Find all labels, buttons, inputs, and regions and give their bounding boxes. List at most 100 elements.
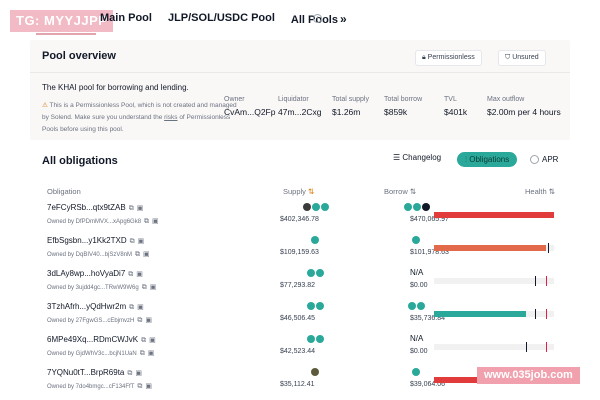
copy-icon[interactable]: ⧉ bbox=[130, 238, 135, 245]
copy-icon[interactable]: ⧉ bbox=[135, 251, 140, 258]
explorer-icon[interactable]: ▣ bbox=[148, 350, 155, 357]
permissionless-label: Permissionless bbox=[427, 54, 475, 61]
sort-icon: ⇅ bbox=[409, 187, 417, 196]
list-icon: ☰ bbox=[393, 153, 403, 162]
token-icon bbox=[321, 203, 329, 211]
stat-value[interactable]: 47m...2Cxg bbox=[278, 107, 321, 117]
info-icon[interactable]: i bbox=[313, 14, 322, 23]
token-icon bbox=[307, 302, 315, 310]
pool-tabs: Main Pool JLP/SOL/USDC Pool All Pools» bbox=[100, 12, 347, 26]
header-borrow-label: Borrow bbox=[384, 187, 408, 196]
obligation-owner: Owned by DqBIV40...bjSzV8nM ⧉ ▣ bbox=[47, 250, 150, 259]
token-icon bbox=[412, 368, 420, 376]
explorer-icon[interactable]: ▣ bbox=[135, 370, 142, 377]
obligation-address-text: 3TzhAfrh...yQdHwr2m bbox=[47, 302, 127, 311]
obligation-owner-text: Owned by 3ujdd4gc...TRwW9W6g bbox=[47, 285, 139, 291]
explorer-icon[interactable]: ▣ bbox=[137, 205, 144, 212]
copy-icon[interactable]: ⧉ bbox=[141, 337, 146, 344]
token-icon bbox=[307, 269, 315, 277]
copy-icon[interactable]: ⧉ bbox=[144, 218, 149, 225]
changelog-label: Changelog bbox=[402, 153, 442, 162]
table-row[interactable]: 3dLAy8wp...hoVyaDi7 ⧉ ▣ Owned by 3ujdd4gc..… bbox=[30, 268, 570, 302]
explorer-icon[interactable]: ▣ bbox=[136, 271, 143, 278]
supply-token-icons bbox=[303, 203, 329, 211]
supply-amount: $402,346.78 bbox=[280, 216, 319, 223]
obligation-address[interactable]: 3TzhAfrh...yQdHwr2m ⧉ ▣ bbox=[47, 302, 144, 312]
explorer-icon[interactable]: ▣ bbox=[138, 238, 145, 245]
header-borrow[interactable]: Borrow ⇅ bbox=[384, 187, 416, 196]
apr-toggle[interactable]: APR bbox=[530, 152, 564, 167]
token-icon bbox=[316, 269, 324, 277]
token-icon bbox=[312, 203, 320, 211]
explorer-icon[interactable]: ▣ bbox=[149, 337, 156, 344]
obligations-toggle[interactable]: ⫶ Obligations bbox=[457, 152, 518, 167]
health-bar bbox=[434, 309, 554, 319]
site-watermark: www.035job.com bbox=[477, 367, 580, 384]
sort-icon: ⇅ bbox=[308, 187, 315, 196]
stat-max-outflow: Max outflow $2.00m per 4 hours bbox=[487, 96, 561, 117]
obligation-address-text: EfbSgsbn...y1Kk2TXD bbox=[47, 236, 127, 245]
obligation-address[interactable]: 7YQNu0tT...BrpR69ta ⧉ ▣ bbox=[47, 368, 142, 378]
token-icon bbox=[417, 302, 425, 310]
stat-label: Owner bbox=[224, 96, 245, 103]
risks-link[interactable]: risks bbox=[164, 114, 177, 121]
copy-icon[interactable]: ⧉ bbox=[129, 205, 134, 212]
pool-overview-card: Pool overview 🔒︎ Permissionless ⛉ Unsure… bbox=[30, 40, 570, 140]
tab-main-pool[interactable]: Main Pool bbox=[100, 12, 152, 26]
copy-icon[interactable]: ⧉ bbox=[128, 271, 133, 278]
token-icon bbox=[316, 302, 324, 310]
explorer-icon[interactable]: ▣ bbox=[145, 317, 152, 324]
stat-value: $2.00m per 4 hours bbox=[487, 107, 561, 117]
health-threshold-marker bbox=[546, 342, 547, 352]
health-threshold-marker bbox=[546, 276, 547, 286]
header-supply[interactable]: Supply ⇅ bbox=[283, 187, 314, 196]
borrow-amount: $0.00 bbox=[410, 348, 428, 355]
stat-value: $859k bbox=[384, 107, 408, 117]
supply-amount: $42,523.44 bbox=[280, 348, 316, 355]
obligation-address-text: 6MPe49Xq...RDmCWJvK bbox=[47, 335, 139, 344]
stat-value: $401k bbox=[444, 107, 468, 117]
stat-label: Total supply bbox=[332, 96, 369, 103]
watermark-overlay: TG: MYYJJPP bbox=[10, 10, 114, 32]
permissionless-badge: 🔒︎ Permissionless bbox=[415, 50, 482, 66]
table-row[interactable]: 3TzhAfrh...yQdHwr2m ⧉ ▣ Owned by 27FgwGS...… bbox=[30, 301, 570, 335]
copy-icon[interactable]: ⧉ bbox=[127, 370, 132, 377]
table-row[interactable]: EfbSgsbn...y1Kk2TXD ⧉ ▣ Owned by DqBIV40...… bbox=[30, 235, 570, 269]
explorer-icon[interactable]: ▣ bbox=[150, 284, 157, 291]
copy-icon[interactable]: ⧉ bbox=[129, 304, 134, 311]
token-icon bbox=[412, 236, 420, 244]
obligation-address[interactable]: 7eFCyRSb...qtx9tZAB ⧉ ▣ bbox=[47, 203, 143, 213]
explorer-icon[interactable]: ▣ bbox=[145, 383, 152, 390]
explorer-icon[interactable]: ▣ bbox=[137, 304, 144, 311]
token-icon bbox=[316, 335, 324, 343]
top-navigation: TG: MYYJJPP Main Pool JLP/SOL/USDC Pool … bbox=[0, 0, 600, 44]
copy-icon[interactable]: ⧉ bbox=[140, 350, 145, 357]
obligation-address[interactable]: EfbSgsbn...y1Kk2TXD ⧉ ▣ bbox=[47, 236, 144, 246]
borrow-token-icons bbox=[412, 236, 420, 244]
obligation-address-text: 7YQNu0tT...BrpR69ta bbox=[47, 368, 125, 377]
sort-icon: ⇅ bbox=[548, 187, 556, 196]
stat-label: Total borrow bbox=[384, 96, 423, 103]
explorer-icon[interactable]: ▣ bbox=[143, 251, 150, 258]
header-health[interactable]: Health ⇅ bbox=[525, 187, 555, 196]
supply-token-icons bbox=[311, 368, 319, 376]
obligation-owner-text: Owned by 27FgwGS...cEbjmvzH bbox=[47, 318, 135, 324]
tab-jlp-sol-usdc-pool[interactable]: JLP/SOL/USDC Pool bbox=[168, 12, 275, 26]
copy-icon[interactable]: ⧉ bbox=[137, 383, 142, 390]
table-row[interactable]: 6MPe49Xq...RDmCWJvK ⧉ ▣ Owned by GjdWhV3c..… bbox=[30, 334, 570, 368]
obligation-address[interactable]: 6MPe49Xq...RDmCWJvK ⧉ ▣ bbox=[47, 335, 156, 345]
token-icon bbox=[311, 236, 319, 244]
obligation-address[interactable]: 3dLAy8wp...hoVyaDi7 ⧉ ▣ bbox=[47, 269, 143, 279]
obligation-owner: Owned by 3ujdd4gc...TRwW9W6g ⧉ ▣ bbox=[47, 283, 156, 292]
changelog-button[interactable]: ☰ Changelog bbox=[393, 153, 441, 162]
divider bbox=[30, 72, 570, 73]
copy-icon[interactable]: ⧉ bbox=[142, 284, 147, 291]
stat-value[interactable]: CvAm...Q2Fp bbox=[224, 107, 275, 117]
copy-icon[interactable]: ⧉ bbox=[137, 317, 142, 324]
active-tab-underline bbox=[36, 33, 96, 35]
explorer-icon[interactable]: ▣ bbox=[152, 218, 159, 225]
supply-amount: $35,112.41 bbox=[280, 381, 315, 388]
token-icon bbox=[422, 203, 430, 211]
table-row[interactable]: 7eFCyRSb...qtx9tZAB ⧉ ▣ Owned by DfPDmMVX..… bbox=[30, 202, 570, 236]
obligation-address-text: 7eFCyRSb...qtx9tZAB bbox=[47, 203, 126, 212]
